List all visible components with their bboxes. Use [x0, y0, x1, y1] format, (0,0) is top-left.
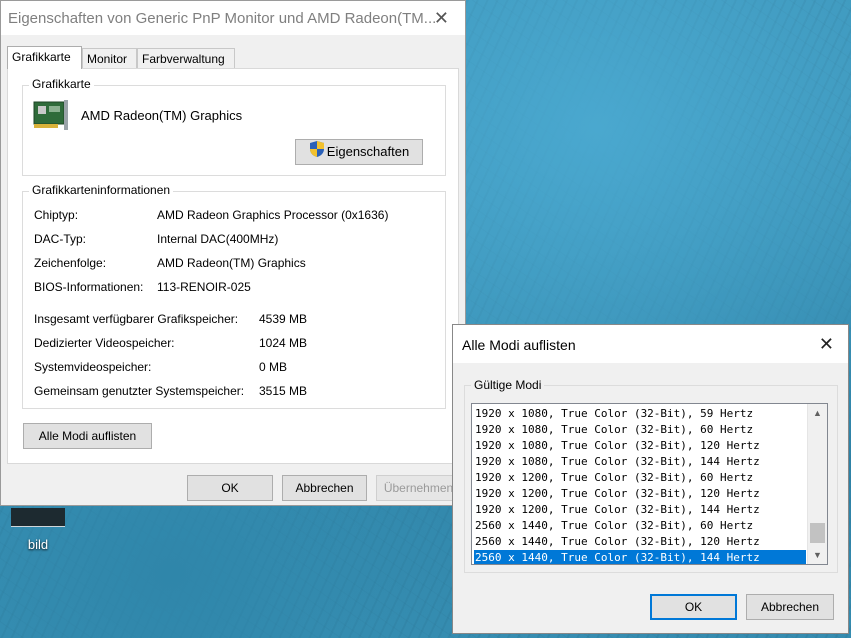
- dialog-ok-button[interactable]: OK: [650, 594, 737, 620]
- close-icon[interactable]: ✕: [434, 8, 449, 29]
- list-modes-dialog: Alle Modi auflisten ✕ Gültige Modi 1920 …: [452, 324, 849, 634]
- scroll-down-icon[interactable]: ▼: [808, 546, 827, 564]
- valid-modes-group-title: Gültige Modi: [471, 378, 545, 392]
- scroll-up-icon[interactable]: ▲: [808, 404, 827, 422]
- dialog-title: Alle Modi auflisten: [462, 337, 576, 353]
- mode-list-item[interactable]: 1920 x 1080, True Color (32-Bit), 144 He…: [474, 454, 806, 470]
- mode-list-item[interactable]: 2560 x 1440, True Color (32-Bit), 144 He…: [474, 550, 806, 564]
- list-all-modes-button[interactable]: Alle Modi auflisten: [23, 423, 152, 449]
- mode-list-item[interactable]: 1920 x 1200, True Color (32-Bit), 60 Her…: [474, 470, 806, 486]
- ok-button[interactable]: OK: [187, 475, 273, 501]
- memory-label-total: Insgesamt verfügbarer Grafikspeicher:: [34, 312, 239, 326]
- adapter-group: Grafikkarte AMD Radeon(TM) Graphics Eige…: [22, 77, 446, 176]
- mode-list-item[interactable]: 2560 x 1440, True Color (32-Bit), 120 He…: [474, 534, 806, 550]
- adapter-properties-button[interactable]: Eigenschaften: [295, 139, 423, 165]
- info-label-chiptyp: Chiptyp:: [34, 208, 79, 222]
- info-label-bios: BIOS-Informationen:: [34, 280, 144, 294]
- cancel-button[interactable]: Abbrechen: [282, 475, 367, 501]
- memory-value-shared: 3515 MB: [259, 384, 308, 398]
- memory-label-dedicated: Dedizierter Videospeicher:: [34, 336, 175, 350]
- memory-label-shared: Gemeinsam genutzter Systemspeicher:: [34, 384, 245, 398]
- memory-value-dedicated: 1024 MB: [259, 336, 308, 350]
- info-value-bios: 113-RENOIR-025: [157, 280, 251, 294]
- info-value-chiptyp: AMD Radeon Graphics Processor (0x1636): [157, 208, 389, 222]
- properties-window: Eigenschaften von Generic PnP Monitor un…: [0, 0, 466, 506]
- adapter-info-group-title: Grafikkarteninformationen: [29, 183, 174, 197]
- tab-farbverwaltung[interactable]: Farbverwaltung: [137, 48, 235, 68]
- info-value-dac-typ: Internal DAC(400MHz): [157, 232, 279, 246]
- adapter-name: AMD Radeon(TM) Graphics: [81, 108, 243, 123]
- tab-monitor[interactable]: Monitor: [82, 48, 137, 68]
- mode-list-item[interactable]: 2560 x 1440, True Color (32-Bit), 60 Her…: [474, 518, 806, 534]
- tab-grafikkarte[interactable]: Grafikkarte: [7, 46, 82, 69]
- dialog-close-icon[interactable]: ✕: [819, 334, 834, 355]
- info-value-zeichenfolge: AMD Radeon(TM) Graphics: [157, 256, 306, 270]
- adapter-info-group: Grafikkarteninformationen: [22, 183, 446, 409]
- desktop-icon-bild[interactable]: bild: [10, 508, 66, 552]
- dialog-title-bar[interactable]: Alle Modi auflisten ✕: [453, 325, 848, 363]
- desktop-icon-thumbnail: [11, 508, 65, 527]
- desktop-icon-label: bild: [27, 537, 49, 552]
- shield-icon: [309, 140, 325, 166]
- mode-list-item[interactable]: 1920 x 1200, True Color (32-Bit), 144 He…: [474, 502, 806, 518]
- adapter-properties-label: Eigenschaften: [326, 144, 410, 160]
- mode-list-item[interactable]: 1920 x 1200, True Color (32-Bit), 120 He…: [474, 486, 806, 502]
- graphics-card-icon: [33, 98, 69, 132]
- dialog-cancel-button[interactable]: Abbrechen: [746, 594, 834, 620]
- title-bar[interactable]: Eigenschaften von Generic PnP Monitor un…: [1, 1, 465, 35]
- mode-list-item[interactable]: 1920 x 1080, True Color (32-Bit), 60 Her…: [474, 422, 806, 438]
- apply-button[interactable]: Übernehmen: [376, 475, 461, 501]
- memory-value-total: 4539 MB: [259, 312, 308, 326]
- memory-label-system-video: Systemvideospeicher:: [34, 360, 152, 374]
- scrollbar-thumb[interactable]: [810, 523, 825, 543]
- info-label-zeichenfolge: Zeichenfolge:: [34, 256, 107, 270]
- modes-scrollbar[interactable]: ▲ ▼: [807, 404, 827, 564]
- adapter-group-title: Grafikkarte: [29, 77, 94, 91]
- modes-listbox[interactable]: 1920 x 1080, True Color (32-Bit), 59 Her…: [471, 403, 828, 565]
- mode-list-item[interactable]: 1920 x 1080, True Color (32-Bit), 120 He…: [474, 438, 806, 454]
- tab-panel: Grafikkarte AMD Radeon(TM) Graphics Eige…: [7, 68, 459, 464]
- mode-list-item[interactable]: 1920 x 1080, True Color (32-Bit), 59 Her…: [474, 406, 806, 422]
- memory-value-system-video: 0 MB: [259, 360, 288, 374]
- info-label-dac-typ: DAC-Typ:: [34, 232, 87, 246]
- window-title: Eigenschaften von Generic PnP Monitor un…: [8, 10, 437, 27]
